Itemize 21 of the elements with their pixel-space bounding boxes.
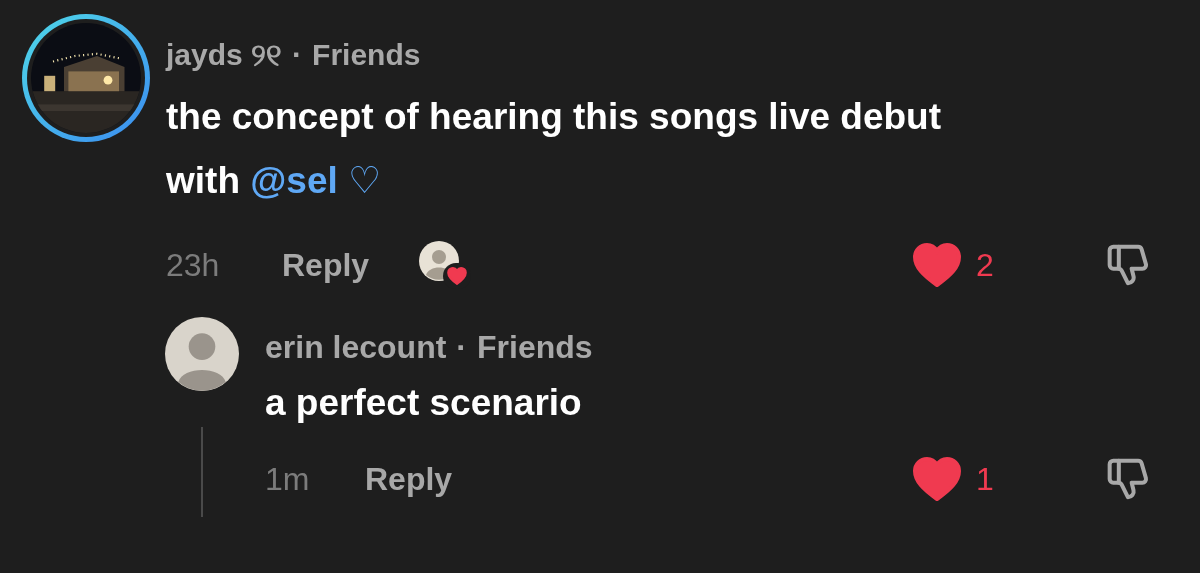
comment-text: the concept of hearing this songs live debut with @sel ♡ bbox=[166, 95, 943, 203]
heart-icon[interactable] bbox=[447, 267, 468, 285]
author-name[interactable]: jayds ୨୧ bbox=[166, 32, 283, 77]
relation-label: Friends bbox=[477, 328, 593, 367]
like-count: 2 bbox=[976, 246, 995, 285]
comment-text: a perfect scenario bbox=[265, 381, 583, 425]
author-name[interactable]: erin lecount bbox=[265, 323, 447, 371]
timestamp: 1m bbox=[265, 460, 311, 499]
avatar[interactable] bbox=[165, 317, 239, 391]
mention-link[interactable]: @sel bbox=[250, 160, 338, 201]
heart-icon[interactable] bbox=[912, 457, 962, 501]
timestamp: 23h bbox=[166, 246, 221, 285]
dislike-icon[interactable] bbox=[1106, 457, 1150, 501]
reply-button[interactable]: Reply bbox=[365, 455, 453, 503]
separator: · bbox=[456, 328, 467, 367]
reply-button[interactable]: Reply bbox=[282, 241, 370, 289]
heart-icon[interactable] bbox=[912, 243, 962, 287]
like-count: 1 bbox=[976, 460, 995, 499]
dislike-icon[interactable] bbox=[1106, 243, 1150, 287]
relation-label: Friends bbox=[312, 37, 421, 73]
separator: · bbox=[292, 37, 303, 73]
